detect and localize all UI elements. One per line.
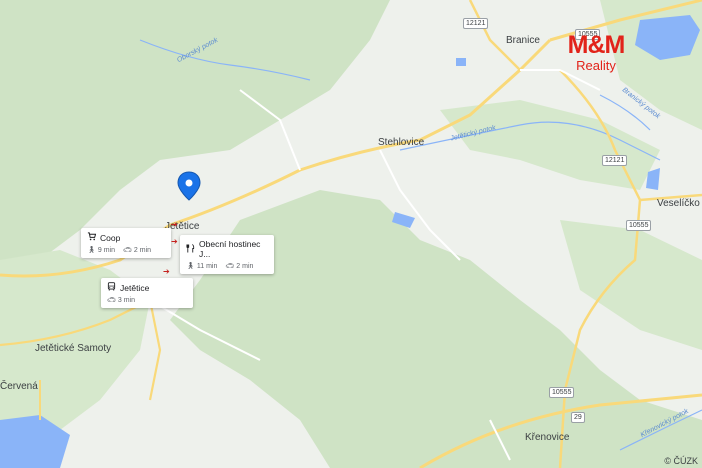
map-attribution: © ČÚZK xyxy=(664,456,698,466)
brand-logo: M&M Reality xyxy=(558,32,634,73)
brand-logo-reality: Reality xyxy=(576,58,616,73)
town-label-stehlovice: Stehlovice xyxy=(378,137,425,148)
pond xyxy=(456,58,466,66)
town-label-veselicko: Veselíčko xyxy=(657,198,700,209)
walk-icon: 🚶︎ xyxy=(186,263,195,270)
poi-name: Coop xyxy=(100,232,121,243)
drive-time: 2 min xyxy=(236,262,254,270)
road-shield: 10555 xyxy=(626,220,652,231)
cart-icon xyxy=(87,232,97,243)
poi-name: Jetětice xyxy=(120,282,150,293)
arrow-icon: ➔ xyxy=(163,267,170,276)
walk-time: 9 min xyxy=(97,246,116,254)
road-shield: 12121 xyxy=(463,18,489,29)
arrow-icon: ➔ xyxy=(171,220,178,229)
poi-card-bus[interactable]: Jetětice 🚗︎ 3 min xyxy=(101,278,193,308)
forest-area xyxy=(560,220,702,350)
drive-time: 2 min xyxy=(133,246,152,254)
location-pin-icon[interactable] xyxy=(177,171,201,201)
fork-knife-icon xyxy=(186,243,195,255)
town-label-cervena: Červená xyxy=(0,381,38,392)
road-minor xyxy=(520,69,601,91)
walk-icon: 🚶︎ xyxy=(87,247,96,254)
brand-logo-mm: M&M xyxy=(567,31,626,59)
car-icon: 🚗︎ xyxy=(123,247,132,254)
town-label-jeteticke-samoty: Jetětické Samoty xyxy=(35,343,112,354)
road-shield: 29 xyxy=(571,412,585,423)
car-icon: 🚗︎ xyxy=(225,263,235,270)
road-shield: 10555 xyxy=(549,387,575,398)
walk-time: 11 min xyxy=(196,262,218,270)
drive-time: 3 min xyxy=(117,296,136,304)
bus-icon xyxy=(107,282,116,293)
poi-card-coop[interactable]: Coop 🚶︎ 9 min 🚗︎ 2 min xyxy=(81,228,171,258)
town-label-branice: Branice xyxy=(506,35,540,46)
arrow-icon: ➔ xyxy=(171,237,178,246)
car-icon: 🚗︎ xyxy=(107,297,116,304)
town-label-krenovice: Křenovice xyxy=(525,432,570,443)
poi-card-restaurant[interactable]: Obecní hostinec J... 🚶︎ 11 min 🚗︎ 2 min xyxy=(180,235,274,274)
poi-name: Obecní hostinec J... xyxy=(199,239,261,259)
road-shield: 12121 xyxy=(602,155,628,166)
